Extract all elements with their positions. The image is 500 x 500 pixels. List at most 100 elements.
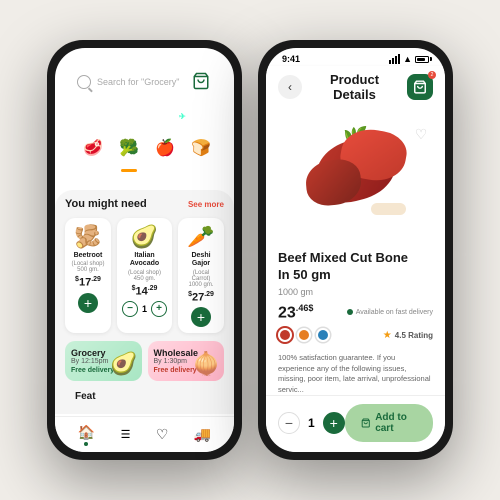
page-title: Product Details: [310, 72, 399, 102]
category-breads[interactable]: 🍞 Breads: [183, 130, 219, 176]
product-carrot[interactable]: 🥕 Deshi Gajor (Local Carrot) 1000 gm. $2…: [178, 218, 224, 333]
breads-emoji: 🍞: [191, 138, 211, 158]
search-placeholder: Search for "Grocery": [97, 77, 186, 87]
location-label: Current Location: [67, 104, 222, 111]
product-description: 100% satisfaction guarantee. If you expe…: [278, 353, 433, 395]
beetroot-name: Beetroot: [70, 252, 106, 260]
color-orange[interactable]: [297, 328, 311, 342]
product-avocado[interactable]: 🥑 Italian Avocado (Local shop) 450 gm. $…: [117, 218, 172, 333]
decrease-qty-button[interactable]: −: [278, 412, 300, 434]
time-right: 9:41: [282, 54, 300, 64]
rating-text: 4.5 Rating: [395, 331, 433, 340]
truck-icon: 🚚: [194, 426, 211, 443]
avocado-increase-btn[interactable]: +: [151, 301, 167, 317]
location-arrow-icon: ✈: [179, 112, 186, 121]
nav-menu[interactable]: ☰: [121, 428, 131, 441]
cart-button-right[interactable]: 2: [407, 74, 433, 100]
qty-control-large: − 1 +: [278, 412, 345, 434]
increase-qty-button[interactable]: +: [323, 412, 345, 434]
carrot-price: $27.29: [183, 291, 219, 304]
beetroot-add-button[interactable]: +: [78, 293, 98, 313]
see-more-button[interactable]: See more: [188, 200, 224, 209]
carrot-name: Deshi Gajor: [183, 252, 219, 269]
feat-label: Feat: [65, 387, 224, 406]
beetroot-price: $17.29: [70, 276, 106, 289]
rating-row: ★ 4.5 Rating: [383, 330, 433, 341]
add-to-cart-button[interactable]: Add to cart: [345, 404, 433, 442]
detail-screen: 9:41 ▲ ‹ Product Details: [266, 48, 445, 452]
delivery-cards: Grocery By 12:15pm Free delivery 🥑 Whole…: [65, 341, 224, 381]
beetroot-emoji: 🫚: [70, 224, 106, 250]
add-to-cart-label: Add to cart: [375, 412, 417, 434]
signal-left: [178, 54, 189, 64]
avocado-sub: (Local shop): [122, 270, 167, 276]
grocery-delivery-emoji: 🥑: [110, 351, 137, 377]
product-beetroot[interactable]: 🫚 Beetroot (Local shop) 500 gm. $17.29 +: [65, 218, 111, 333]
section-header: You might need See more: [65, 198, 224, 210]
battery-right: [415, 56, 429, 63]
color-options: [278, 328, 330, 342]
status-bar-left: 9:41 ▲: [55, 48, 234, 66]
meets-emoji: 🥩: [83, 138, 103, 158]
search-bar[interactable]: Search for "Grocery": [67, 66, 222, 98]
avocado-decrease-btn[interactable]: −: [122, 301, 138, 317]
cart-button-left[interactable]: [192, 72, 212, 92]
categories-row: 🥩 Meets 🥦 Vege 🍎 Fruits 🍞 Breads: [67, 130, 222, 176]
grocery-header: Search for "Grocery" Current Location Ca…: [55, 66, 234, 188]
avocado-price: $14.29: [122, 285, 167, 298]
location-name: California, USA: [103, 111, 176, 122]
fruits-emoji: 🍎: [155, 138, 175, 158]
qty-display: 1: [308, 416, 315, 430]
category-vege[interactable]: 🥦 Vege: [111, 130, 147, 176]
wishlist-button[interactable]: ♡: [409, 122, 433, 146]
signal-right: [389, 54, 400, 64]
bone-visual: [371, 203, 406, 215]
time-left: 9:41: [71, 54, 89, 64]
color-blue[interactable]: [316, 328, 330, 342]
status-bar-right: 9:41 ▲: [266, 48, 445, 66]
star-icon: ★: [383, 330, 392, 341]
meat-image: 🌿: [286, 120, 426, 230]
delivery-dot: [347, 309, 353, 315]
nav-home-dot: [84, 442, 88, 446]
heart-icon: ♡: [156, 426, 169, 443]
carrot-emoji: 🥕: [183, 224, 219, 250]
carrot-add-button[interactable]: +: [191, 307, 211, 327]
menu-icon: ☰: [121, 428, 131, 441]
product-name: Beef Mixed Cut Bone In 50 gm: [278, 250, 433, 284]
avocado-emoji: 🥑: [122, 224, 167, 250]
nav-home[interactable]: 🏠: [78, 424, 95, 446]
wholesale-delivery-card[interactable]: Wholesale By 1:30pm Free delivery 🧅: [148, 341, 225, 381]
wholesale-delivery-emoji: 🧅: [193, 351, 220, 377]
carrot-sub: (Local Carrot): [183, 270, 219, 282]
fruits-icon-circle: 🍎: [147, 130, 183, 166]
detail-header: ‹ Product Details 2: [266, 66, 445, 110]
color-red[interactable]: [278, 328, 292, 342]
avocado-qty: 1: [142, 304, 147, 314]
avocado-name: Italian Avocado: [122, 252, 167, 269]
bottom-nav: 🏠 ☰ ♡ 🚚: [55, 416, 234, 452]
grocery-delivery-card[interactable]: Grocery By 12:15pm Free delivery 🥑: [65, 341, 142, 381]
fruits-label: Fruits: [156, 169, 174, 176]
carrot-weight: 1000 gm.: [183, 282, 219, 288]
location-block: Current Location California, USA ✈: [67, 104, 222, 122]
home-icon: 🏠: [78, 424, 95, 441]
avocado-weight: 450 gm.: [122, 276, 167, 282]
left-phone: 9:41 ▲ Sear: [47, 40, 242, 460]
add-to-cart-bar: − 1 + Add to cart: [266, 395, 445, 452]
category-fruits[interactable]: 🍎 Fruits: [147, 130, 183, 176]
avocado-qty-control: − 1 +: [122, 301, 167, 317]
breads-label: Breads: [190, 169, 212, 176]
fast-delivery-badge: Available on fast delivery: [347, 309, 433, 316]
product-image-area: 🌿 ♡: [266, 110, 445, 240]
nav-delivery[interactable]: 🚚: [194, 426, 211, 443]
cart-badge-count: 2: [428, 71, 436, 79]
category-meets[interactable]: 🥩 Meets: [75, 130, 111, 176]
product-price: 23.46$: [278, 303, 313, 322]
vege-icon-circle: 🥦: [111, 130, 147, 166]
right-phone: 9:41 ▲ ‹ Product Details: [258, 40, 453, 460]
back-button[interactable]: ‹: [278, 75, 302, 99]
nav-wishlist[interactable]: ♡: [156, 426, 169, 443]
white-section: You might need See more 🫚 Beetroot (Loca…: [55, 190, 234, 414]
meets-icon-circle: 🥩: [75, 130, 111, 166]
